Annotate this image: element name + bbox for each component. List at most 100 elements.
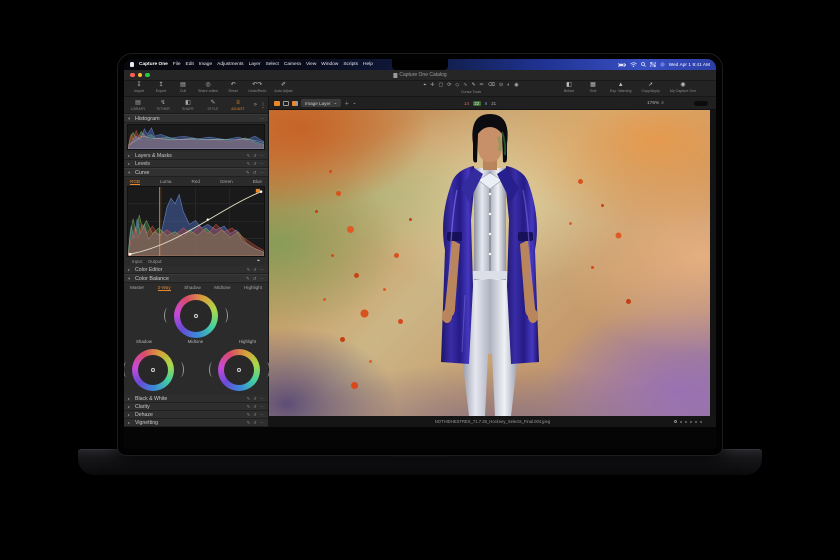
reset-icon[interactable]: ↺ <box>253 274 257 283</box>
minimize-button[interactable] <box>138 73 143 78</box>
add-layer-button[interactable]: ＋ <box>344 100 349 107</box>
panel-header[interactable]: ▸ Black & White ✎ ↺ ⋯ <box>124 395 268 403</box>
tool-tab[interactable]: ◧ SHAPE <box>176 99 200 111</box>
cursor-tool-icon[interactable]: ◇ <box>455 82 459 89</box>
rating-dots[interactable] <box>674 420 702 423</box>
controlcenter-icon[interactable] <box>650 62 656 67</box>
panel-header[interactable]: ▸ Layers & Masks ✎ ↺ ⋯ <box>124 152 268 160</box>
toolbar-button[interactable]: ➚ Copy/Apply <box>641 82 659 93</box>
wheel-handle[interactable] <box>151 368 155 372</box>
color-balance-tab[interactable]: 3-Way <box>158 285 171 291</box>
reset-icon[interactable]: ↺ <box>253 161 257 166</box>
toolbar-button[interactable]: ◎ Share online <box>198 82 218 93</box>
toolbar-button[interactable]: ▤ Cull <box>176 82 190 93</box>
toolbar-button[interactable]: ▦ Grid <box>586 82 600 93</box>
menu-item[interactable]: Layer <box>249 62 261 67</box>
more-icon[interactable]: ⋯ <box>260 153 264 158</box>
toolbar-button[interactable]: ▲ Exp. Warning <box>610 82 631 93</box>
reset-icon[interactable]: ↺ <box>253 420 257 425</box>
tool-tab[interactable]: ≡ ADJUST <box>226 99 250 111</box>
compare-view-icon[interactable] <box>292 101 298 106</box>
toolbar-button[interactable]: ↧ Import <box>132 82 146 93</box>
brush-icon[interactable]: ✎ <box>247 161 251 166</box>
tool-tab[interactable]: ▤ LIBRARY <box>126 99 150 111</box>
menu-item[interactable]: File <box>173 62 181 67</box>
wheel-handle[interactable] <box>194 314 198 318</box>
curve-picker-icon[interactable]: ⌖ <box>257 258 260 265</box>
zoom-control[interactable]: 176% ⌕ <box>647 100 664 106</box>
layer-menu-icon[interactable]: ⌄ <box>352 100 356 106</box>
tool-tab[interactable]: ✎ STYLE <box>201 99 225 111</box>
more-icon[interactable]: ⋯ <box>260 267 264 272</box>
more-tabs-chevron-icon[interactable]: » <box>254 102 257 109</box>
more-icon[interactable]: ⋯ <box>260 412 264 417</box>
photo-canvas[interactable] <box>269 110 710 416</box>
cursor-tool-icon[interactable]: ⊙ <box>499 82 503 89</box>
menu-item[interactable]: Scripts <box>343 62 358 67</box>
reset-icon[interactable]: ↺ <box>253 168 257 177</box>
toolbar-button[interactable]: ✐ Auto Adjust <box>274 82 292 93</box>
reset-icon[interactable]: ↺ <box>253 153 257 158</box>
shadow-wheel[interactable] <box>132 349 174 391</box>
cursor-tool-icon[interactable]: ✛ <box>430 82 434 89</box>
toolbar-button[interactable]: ◧ Before <box>562 82 576 93</box>
cursor-tool-icon[interactable]: ∿ <box>463 82 467 89</box>
close-button[interactable] <box>130 73 135 78</box>
menu-item[interactable]: Select <box>266 62 279 67</box>
toolbar-button[interactable]: ↶↷ Undo/Redo <box>248 82 266 93</box>
more-icon[interactable]: ⋯ <box>260 404 264 409</box>
panel-header[interactable]: ▸ Vignetting ✎ ↺ ⋯ <box>124 419 268 427</box>
color-balance-tab[interactable]: Midtone <box>214 285 230 290</box>
brush-icon[interactable]: ✎ <box>246 274 250 283</box>
more-icon[interactable]: ⋯ <box>260 161 264 166</box>
highlight-wheel[interactable] <box>218 349 260 391</box>
more-icon[interactable]: ⋯ <box>260 274 265 283</box>
cursor-tool-icon[interactable]: ◉ <box>514 82 518 89</box>
color-balance-tab[interactable]: Highlight <box>244 285 262 290</box>
reset-icon[interactable]: ↺ <box>253 404 257 409</box>
menu-item[interactable]: Camera <box>284 62 301 67</box>
more-icon[interactable]: ⋯ <box>260 396 264 401</box>
wheel-handle[interactable] <box>237 368 241 372</box>
zoom-button[interactable] <box>145 73 150 78</box>
color-balance-tab[interactable]: Master <box>130 285 144 290</box>
more-icon[interactable]: ⋯ <box>260 114 265 123</box>
midtone-wheel[interactable] <box>174 294 218 338</box>
menu-item[interactable]: View <box>306 62 316 67</box>
menu-item[interactable]: Capture One <box>139 62 168 67</box>
menu-item[interactable]: Window <box>321 62 338 67</box>
more-icon[interactable]: ⋯ <box>260 420 264 425</box>
tool-tab[interactable]: ↯ TETHER <box>151 99 175 111</box>
histogram-header[interactable]: ▾ Histogram ⋯ <box>124 114 268 123</box>
apple-icon[interactable] <box>130 62 134 67</box>
menu-item[interactable]: Adjustments <box>217 62 243 67</box>
layer-selector[interactable]: Image Layer ⌄ <box>301 99 341 107</box>
curve-channel-tab[interactable]: Red <box>192 179 200 184</box>
brush-icon[interactable]: ✎ <box>247 412 251 417</box>
cursor-tool-icon[interactable]: ✏ <box>480 82 484 89</box>
cursor-tool-icon[interactable]: ✎ <box>471 82 475 89</box>
cursor-tool-icon[interactable]: ▢ <box>438 82 443 89</box>
menu-item[interactable]: Edit <box>186 62 194 67</box>
battery-icon[interactable] <box>618 63 626 67</box>
siri-icon[interactable] <box>660 62 665 67</box>
single-view-icon[interactable] <box>283 101 289 106</box>
menu-item[interactable]: Image <box>199 62 212 67</box>
reset-icon[interactable]: ↺ <box>253 267 257 272</box>
more-icon[interactable]: ⋯ <box>260 168 265 177</box>
cursor-tool-icon[interactable]: ⌖ <box>423 82 426 89</box>
curve-channel-tab[interactable]: RGB <box>130 179 140 185</box>
curve-graph[interactable] <box>127 186 265 257</box>
brush-icon[interactable]: ✎ <box>246 168 250 177</box>
curve-header[interactable]: ▾ Curve ✎ ↺ ⋯ <box>124 168 268 177</box>
menu-item[interactable]: Help <box>363 62 373 67</box>
toolbar-button[interactable]: ↥ Export <box>154 82 168 93</box>
proof-view-icon[interactable] <box>274 101 280 106</box>
panel-header[interactable]: ▸ Color Editor ✎ ↺ ⋯ <box>124 266 268 274</box>
reset-icon[interactable]: ↺ <box>253 412 257 417</box>
panel-header[interactable]: ▸ Dehaze ✎ ↺ ⋯ <box>124 411 268 419</box>
curve-channel-tab[interactable]: Luma <box>160 179 172 184</box>
brush-icon[interactable]: ✎ <box>247 420 251 425</box>
cursor-tool-icon[interactable]: ◐ <box>507 82 510 89</box>
cursor-tool-icon[interactable]: ⌫ <box>488 82 495 89</box>
